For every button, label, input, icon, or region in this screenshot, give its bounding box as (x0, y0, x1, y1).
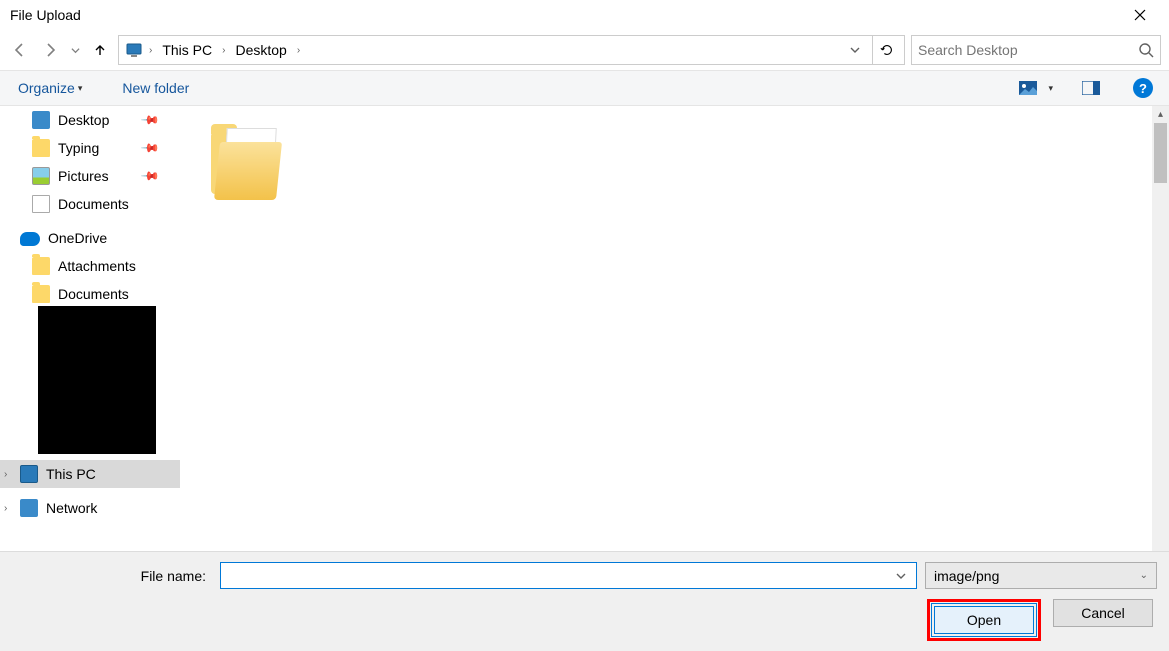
filename-dropdown[interactable] (892, 563, 910, 588)
nav-row: › This PC › Desktop › (0, 30, 1169, 70)
filename-input[interactable] (227, 568, 892, 584)
folder-icon (32, 285, 50, 303)
desktop-icon (32, 111, 50, 129)
arrow-up-icon (93, 43, 107, 57)
organize-label: Organize (18, 80, 75, 96)
address-bar[interactable]: › This PC › Desktop › (118, 35, 905, 65)
breadcrumb-caret-icon: › (147, 45, 154, 56)
close-button[interactable] (1119, 0, 1161, 30)
up-button[interactable] (88, 38, 112, 62)
help-icon: ? (1133, 78, 1153, 98)
toolbar: Organize ▾ New folder ▾ ? (0, 70, 1169, 106)
sidebar[interactable]: Desktop 📌 Typing 📌 Pictures 📌 Documents … (0, 106, 180, 551)
sidebar-item-thispc[interactable]: › This PC (0, 460, 180, 488)
preview-pane-button[interactable] (1077, 74, 1105, 102)
filename-combobox[interactable] (220, 562, 917, 589)
content-pane[interactable]: ▴ (180, 106, 1169, 551)
address-history-dropdown[interactable] (846, 45, 864, 55)
documents-icon (32, 195, 50, 213)
open-button-highlight: Open (927, 599, 1041, 641)
filter-label: image/png (934, 568, 1140, 584)
search-input[interactable] (918, 42, 1138, 58)
scrollbar-thumb[interactable] (1154, 123, 1167, 183)
forward-button[interactable] (38, 38, 62, 62)
organize-menu[interactable]: Organize ▾ (12, 76, 88, 100)
chevron-down-icon (71, 46, 80, 55)
new-folder-label: New folder (122, 80, 189, 96)
bottom-panel: File name: image/png ⌄ Open Cancel (0, 551, 1169, 651)
pictures-icon (32, 167, 50, 185)
sidebar-item-onedrive-documents[interactable]: Documents (0, 280, 180, 308)
breadcrumb-caret-icon: › (295, 45, 302, 56)
redacted-area (38, 306, 156, 454)
breadcrumb-item-thispc[interactable]: This PC (158, 42, 216, 58)
folder-icon (32, 257, 50, 275)
chevron-down-icon (896, 571, 906, 581)
window-title: File Upload (10, 7, 1119, 23)
onedrive-icon (20, 232, 40, 246)
chevron-right-icon: › (4, 503, 7, 514)
sidebar-item-label: This PC (46, 466, 96, 482)
sidebar-item-label: Typing (58, 140, 99, 156)
chevron-down-icon: ▾ (78, 83, 83, 94)
recent-dropdown[interactable] (68, 38, 82, 62)
sidebar-item-desktop[interactable]: Desktop 📌 (0, 106, 180, 134)
title-bar: File Upload (0, 0, 1169, 30)
sidebar-item-label: Pictures (58, 168, 109, 184)
arrow-left-icon (12, 42, 28, 58)
filename-label: File name: (12, 568, 212, 584)
chevron-down-icon[interactable]: ▾ (1048, 83, 1053, 94)
picture-view-icon (1019, 81, 1037, 95)
back-button[interactable] (8, 38, 32, 62)
content-scrollbar[interactable]: ▴ (1152, 106, 1169, 551)
sidebar-item-onedrive[interactable]: OneDrive (0, 224, 180, 252)
sidebar-item-label: Network (46, 500, 97, 516)
file-type-filter[interactable]: image/png ⌄ (925, 562, 1157, 589)
sidebar-item-network[interactable]: › Network (0, 494, 180, 522)
chevron-right-icon: › (4, 469, 7, 480)
cancel-button[interactable]: Cancel (1053, 599, 1153, 627)
close-icon (1134, 9, 1146, 21)
main-area: Desktop 📌 Typing 📌 Pictures 📌 Documents … (0, 106, 1169, 551)
sidebar-item-pictures[interactable]: Pictures 📌 (0, 162, 180, 190)
help-button[interactable]: ? (1129, 74, 1157, 102)
sidebar-item-label: Documents (58, 196, 129, 212)
cancel-label: Cancel (1081, 605, 1125, 621)
sidebar-item-label: Attachments (58, 258, 136, 274)
pin-icon: 📌 (140, 138, 160, 158)
breadcrumb-item-desktop[interactable]: Desktop (231, 42, 290, 58)
sidebar-item-label: OneDrive (48, 230, 107, 246)
thispc-icon (20, 465, 38, 483)
scroll-up-icon[interactable]: ▴ (1152, 106, 1169, 123)
view-mode-button[interactable] (1014, 74, 1042, 102)
sidebar-item-documents[interactable]: Documents (0, 190, 180, 218)
sidebar-item-label: Desktop (58, 112, 109, 128)
open-label: Open (967, 612, 1001, 628)
new-folder-button[interactable]: New folder (116, 76, 195, 100)
sidebar-item-typing[interactable]: Typing 📌 (0, 134, 180, 162)
folder-icon (207, 124, 285, 202)
arrow-right-icon (42, 42, 58, 58)
chevron-down-icon: ⌄ (1140, 570, 1148, 581)
thispc-icon (125, 41, 143, 59)
folder-icon (32, 139, 50, 157)
search-icon (1138, 42, 1154, 58)
breadcrumb-caret-icon: › (220, 45, 227, 56)
pin-icon: 📌 (140, 110, 160, 130)
sidebar-item-label: Documents (58, 286, 129, 302)
refresh-button[interactable] (872, 36, 900, 64)
open-button[interactable]: Open (934, 606, 1034, 634)
refresh-icon (880, 43, 894, 57)
network-icon (20, 499, 38, 517)
chevron-down-icon (850, 45, 860, 55)
sidebar-item-attachments[interactable]: Attachments (0, 252, 180, 280)
search-box[interactable] (911, 35, 1161, 65)
preview-pane-icon (1082, 81, 1100, 95)
file-item-folder[interactable] (202, 124, 290, 202)
pin-icon: 📌 (140, 166, 160, 186)
